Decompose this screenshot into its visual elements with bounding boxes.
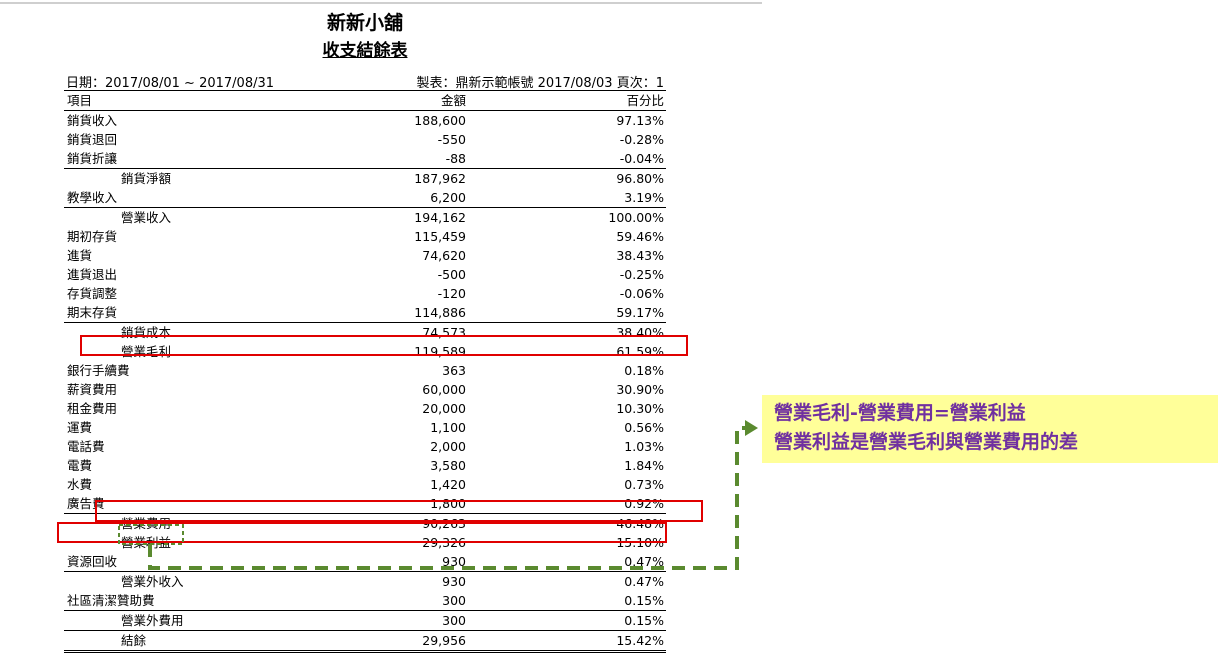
annotation-connector — [118, 420, 758, 570]
operating-income-label-dashed-box — [118, 524, 184, 545]
annotation-line-1: 營業毛利-營業費用=營業利益 — [774, 402, 1026, 424]
annotation-note: 營業毛利-營業費用=營業利益 營業利益是營業毛利與營業費用的差 — [762, 395, 1218, 463]
dashed-connector-arrow — [148, 426, 745, 570]
arrow-head-icon — [745, 420, 758, 436]
annotation-line-2: 營業利益是營業毛利與營業費用的差 — [774, 431, 1079, 453]
